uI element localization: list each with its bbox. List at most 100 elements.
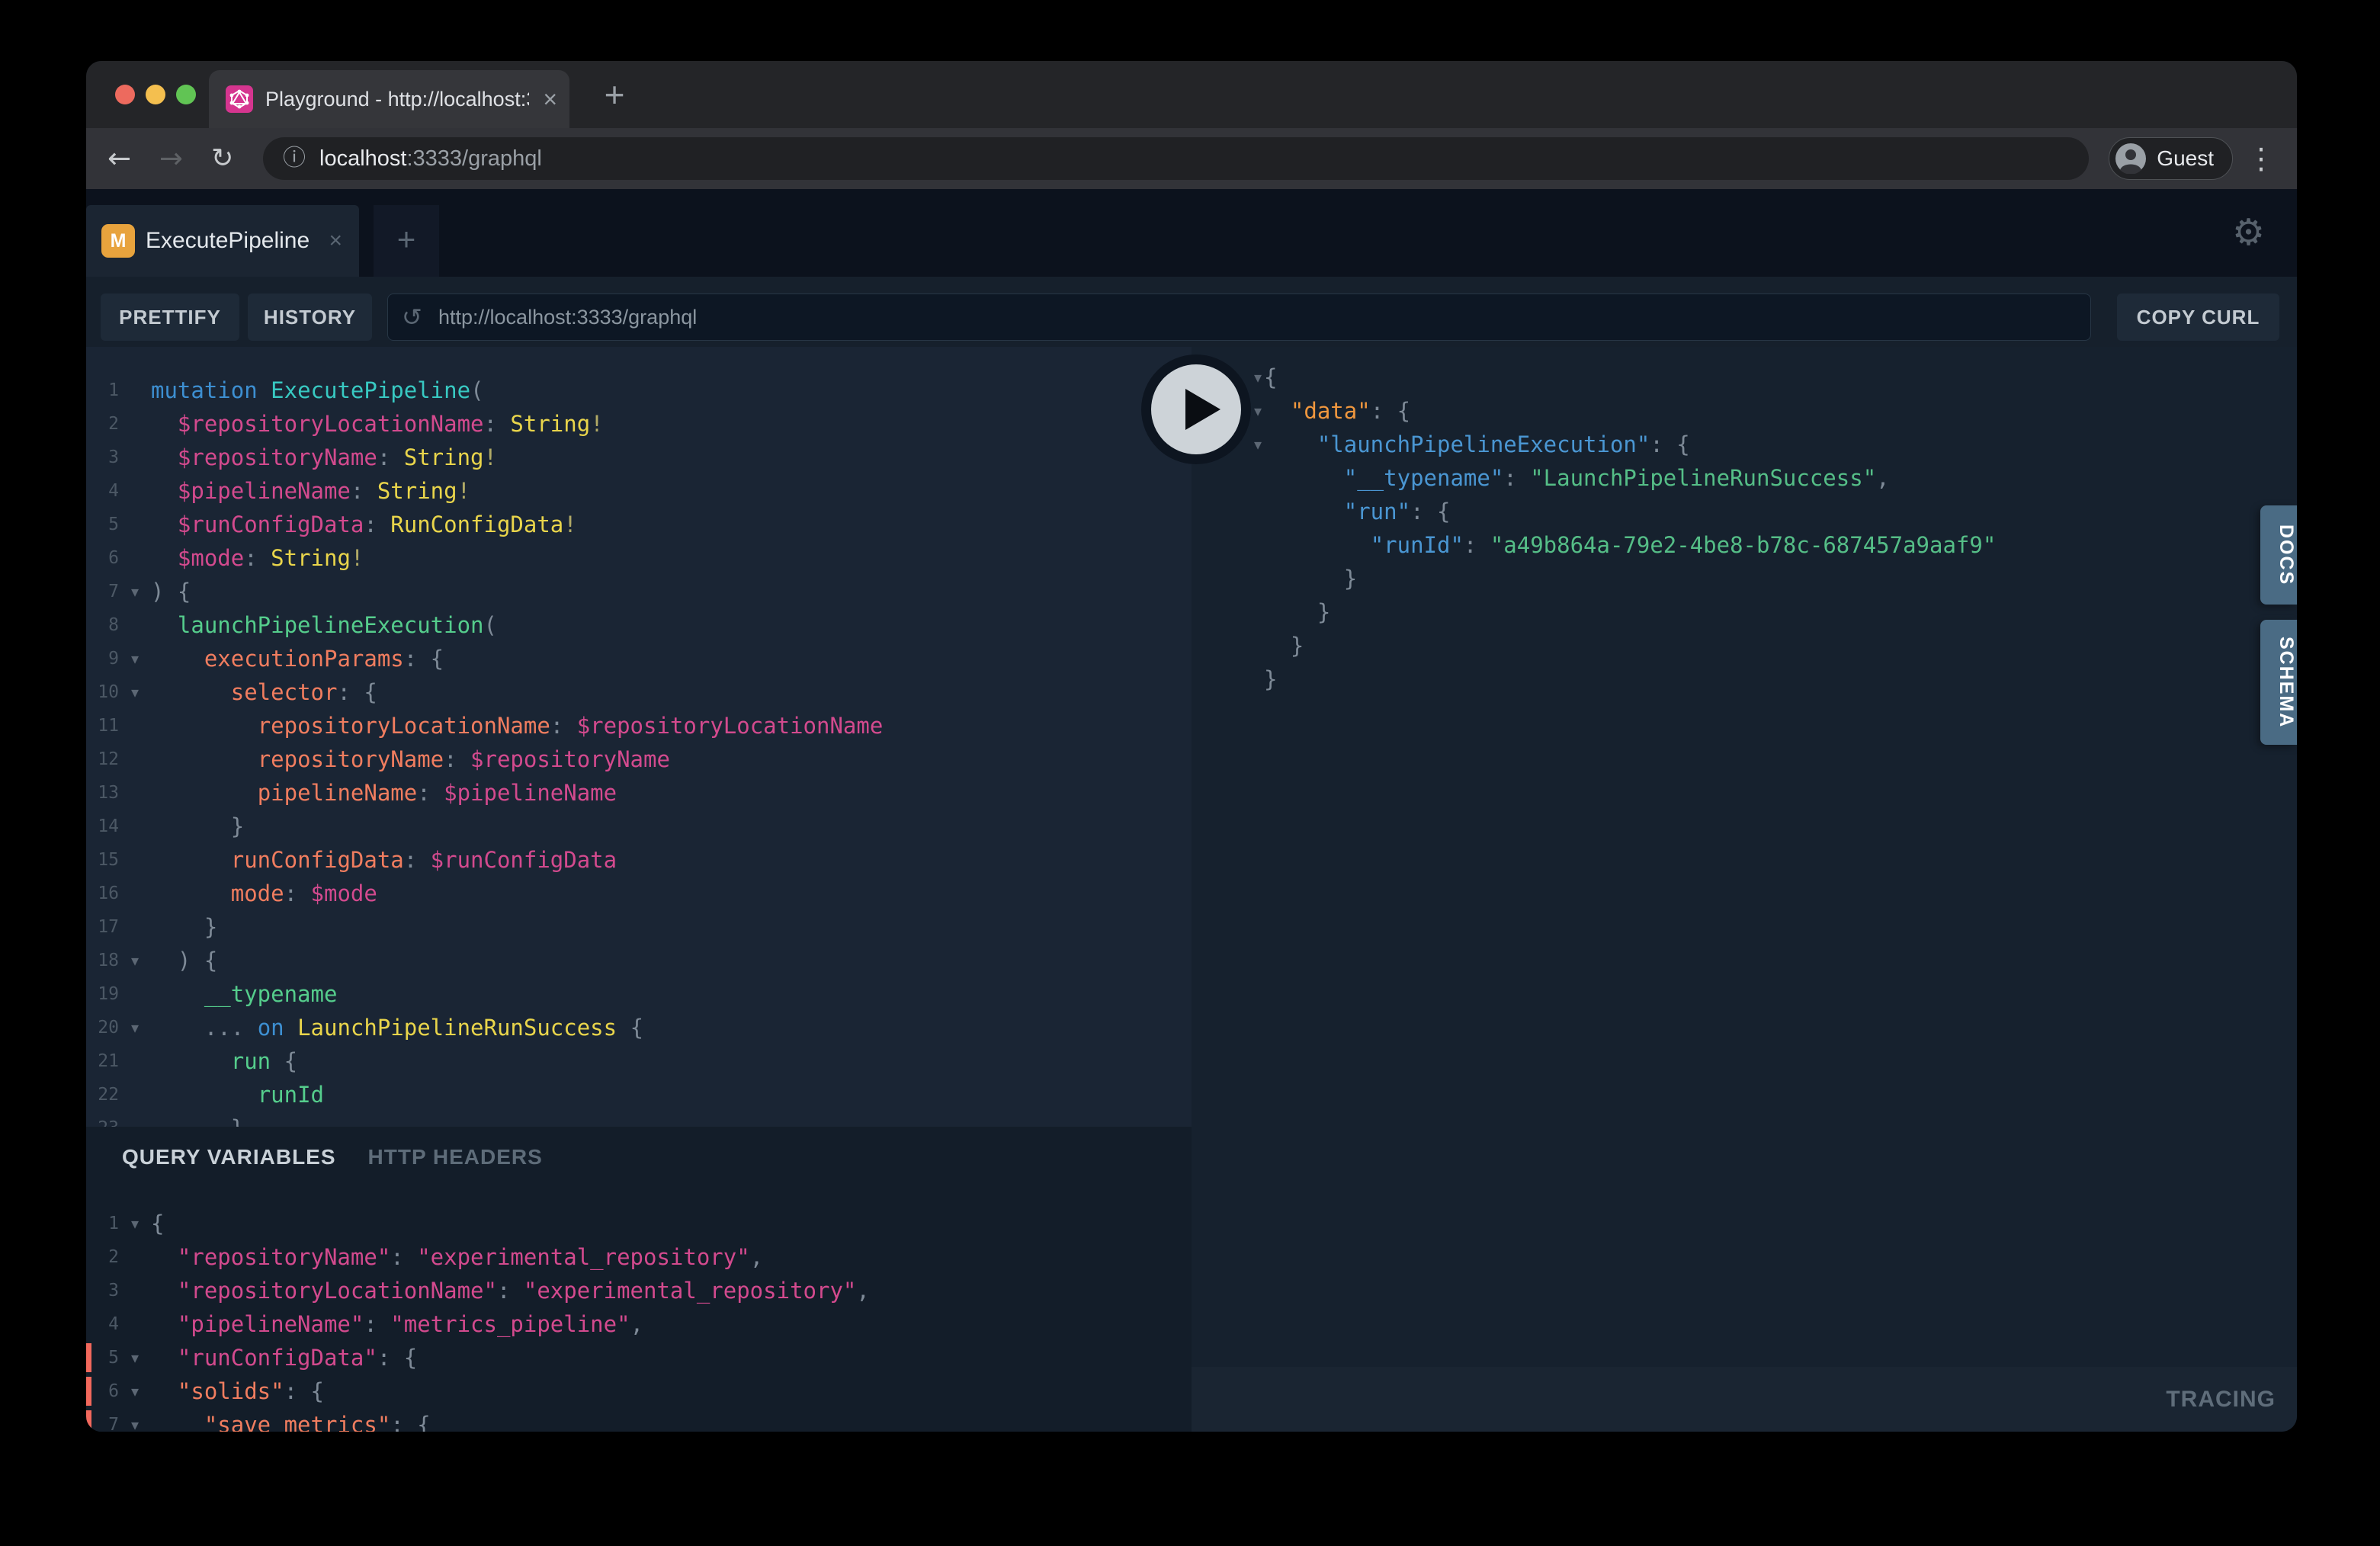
tracing-label[interactable]: TRACING <box>2166 1367 2276 1432</box>
code-line[interactable]: 20▾ ... on LaunchPipelineRunSuccess { <box>86 1011 1192 1044</box>
docs-tab[interactable]: DOCS <box>2260 505 2297 605</box>
address-bar[interactable]: ⓘ localhost:3333/graphql <box>263 137 2089 180</box>
code-line[interactable]: 22 runId <box>86 1078 1192 1111</box>
code-text: selector: { <box>151 675 377 709</box>
fold-caret-icon[interactable]: ▾ <box>126 1341 144 1374</box>
code-text: runId <box>151 1078 324 1111</box>
code-text: "launchPipelineExecution": { <box>1264 428 1690 461</box>
code-line[interactable]: 11 repositoryLocationName: $repositoryLo… <box>86 709 1192 743</box>
browser-menu-icon[interactable]: ⋮ <box>2247 128 2276 189</box>
new-tab-button[interactable]: + <box>589 70 640 120</box>
fold-caret-icon[interactable]: ▾ <box>126 1374 144 1408</box>
endpoint-input[interactable] <box>437 294 2041 340</box>
copy-curl-button[interactable]: COPY CURL <box>2117 293 2279 341</box>
code-line[interactable]: 2 "repositoryName": "experimental_reposi… <box>86 1240 1192 1274</box>
reload-icon[interactable]: ↻ <box>211 128 233 189</box>
profile-button[interactable]: Guest <box>2109 137 2233 180</box>
desktop: { "browser": { "tab_title": "Playground … <box>0 0 2380 1546</box>
code-line[interactable]: 13 pipelineName: $pipelineName <box>86 776 1192 810</box>
back-icon[interactable]: ← <box>107 128 131 189</box>
code-line[interactable]: 4 $pipelineName: String! <box>86 474 1192 508</box>
code-line[interactable]: 21 run { <box>86 1044 1192 1078</box>
settings-gear-icon[interactable]: ⚙ <box>2232 189 2265 277</box>
endpoint-field[interactable]: ↺ <box>387 293 2091 341</box>
code-line[interactable]: 5 $runConfigData: RunConfigData! <box>86 508 1192 541</box>
restore-endpoint-icon[interactable]: ↺ <box>402 294 422 340</box>
response-pane[interactable]: ▾{▾ "data": {▾ "launchPipelineExecution"… <box>1192 347 2297 1367</box>
site-info-icon[interactable]: ⓘ <box>283 137 306 180</box>
schema-tab[interactable]: SCHEMA <box>2260 620 2297 745</box>
code-line[interactable]: 23 } <box>86 1111 1192 1127</box>
tab-http-headers[interactable]: HTTP HEADERS <box>368 1145 543 1169</box>
code-line[interactable]: 4 "pipelineName": "metrics_pipeline", <box>86 1307 1192 1341</box>
fold-caret-icon[interactable]: ▾ <box>126 944 144 977</box>
browser-tab[interactable]: Playground - http://localhost:3 × <box>209 70 569 128</box>
prettify-button[interactable]: PRETTIFY <box>101 293 239 341</box>
code-line[interactable]: 7▾) { <box>86 575 1192 608</box>
window-minimize-button[interactable] <box>146 85 165 104</box>
code-text: launchPipelineExecution( <box>151 608 497 642</box>
fold-caret-icon[interactable]: ▾ <box>126 1408 144 1432</box>
code-line[interactable]: ▾ "data": { <box>1192 394 2297 428</box>
code-line[interactable]: 19 __typename <box>86 977 1192 1011</box>
code-text: runConfigData: $runConfigData <box>151 843 617 877</box>
session-tab-executepipeline[interactable]: M ExecutePipeline × <box>86 205 359 277</box>
code-line[interactable]: 15 runConfigData: $runConfigData <box>86 843 1192 877</box>
code-line[interactable]: 3 $repositoryName: String! <box>86 441 1192 474</box>
session-close-icon[interactable]: × <box>329 205 342 277</box>
code-line[interactable]: } <box>1192 595 2297 629</box>
code-line[interactable]: 7▾ "save_metrics": { <box>86 1408 1192 1432</box>
code-line[interactable]: 6 $mode: String! <box>86 541 1192 575</box>
code-text: } <box>151 810 244 843</box>
code-line[interactable]: 6▾ "solids": { <box>86 1374 1192 1408</box>
fold-caret-icon[interactable]: ▾ <box>126 1207 144 1240</box>
code-line[interactable]: } <box>1192 629 2297 662</box>
code-line[interactable]: 3 "repositoryLocationName": "experimenta… <box>86 1274 1192 1307</box>
code-line[interactable]: 1mutation ExecutePipeline( <box>86 374 1192 407</box>
code-line[interactable]: 14 } <box>86 810 1192 843</box>
fold-caret-icon[interactable]: ▾ <box>126 575 144 608</box>
fold-caret-icon[interactable]: ▾ <box>126 1011 144 1044</box>
tracing-panel[interactable]: TRACING <box>1192 1367 2297 1432</box>
fold-caret-icon[interactable]: ▾ <box>126 642 144 675</box>
code-line[interactable]: } <box>1192 562 2297 595</box>
code-line[interactable]: } <box>1192 662 2297 696</box>
window-close-button[interactable] <box>115 85 135 104</box>
query-editor-pane[interactable]: 1mutation ExecutePipeline(2 $repositoryL… <box>86 347 1192 1127</box>
tab-query-variables[interactable]: QUERY VARIABLES <box>122 1145 336 1169</box>
line-number: 4 <box>86 474 119 508</box>
code-line[interactable]: ▾ "launchPipelineExecution": { <box>1192 428 2297 461</box>
execute-button[interactable] <box>1141 354 1251 464</box>
forward-icon[interactable]: → <box>159 128 183 189</box>
variables-pane[interactable]: QUERY VARIABLES HTTP HEADERS 1▾{2 "repos… <box>86 1127 1192 1432</box>
tab-close-icon[interactable]: × <box>543 70 557 128</box>
code-text: run { <box>151 1044 297 1078</box>
code-line[interactable]: 18▾ ) { <box>86 944 1192 977</box>
code-line[interactable]: "runId": "a49b864a-79e2-4be8-b78c-687457… <box>1192 528 2297 562</box>
code-line[interactable]: 8 launchPipelineExecution( <box>86 608 1192 642</box>
code-line[interactable]: 17 } <box>86 910 1192 944</box>
window-zoom-button[interactable] <box>176 85 196 104</box>
graphql-favicon-icon <box>226 85 253 113</box>
code-line[interactable]: 16 mode: $mode <box>86 877 1192 910</box>
code-line[interactable]: 10▾ selector: { <box>86 675 1192 709</box>
fold-caret-icon[interactable]: ▾ <box>126 675 144 709</box>
line-number: 12 <box>86 743 119 777</box>
code-line[interactable]: 12 repositoryName: $repositoryName <box>86 743 1192 776</box>
url-text: localhost:3333/graphql <box>319 137 542 180</box>
code-text: repositoryLocationName: $repositoryLocat… <box>151 709 883 743</box>
code-line[interactable]: 9▾ executionParams: { <box>86 642 1192 675</box>
code-line[interactable]: "__typename": "LaunchPipelineRunSuccess"… <box>1192 461 2297 495</box>
code-text: "repositoryLocationName": "experimental_… <box>151 1274 870 1307</box>
query-editor[interactable]: 1mutation ExecutePipeline(2 $repositoryL… <box>86 374 1192 1127</box>
history-button[interactable]: HISTORY <box>248 293 372 341</box>
code-line[interactable]: "run": { <box>1192 495 2297 528</box>
code-text: } <box>151 1111 244 1127</box>
code-line[interactable]: 2 $repositoryLocationName: String! <box>86 407 1192 441</box>
code-line[interactable]: ▾{ <box>1192 361 2297 394</box>
mutation-badge: M <box>101 224 135 258</box>
code-line[interactable]: 1▾{ <box>86 1207 1192 1240</box>
add-session-button[interactable]: + <box>374 205 439 277</box>
code-line[interactable]: 5▾ "runConfigData": { <box>86 1341 1192 1374</box>
variables-editor[interactable]: 1▾{2 "repositoryName": "experimental_rep… <box>86 1207 1192 1432</box>
